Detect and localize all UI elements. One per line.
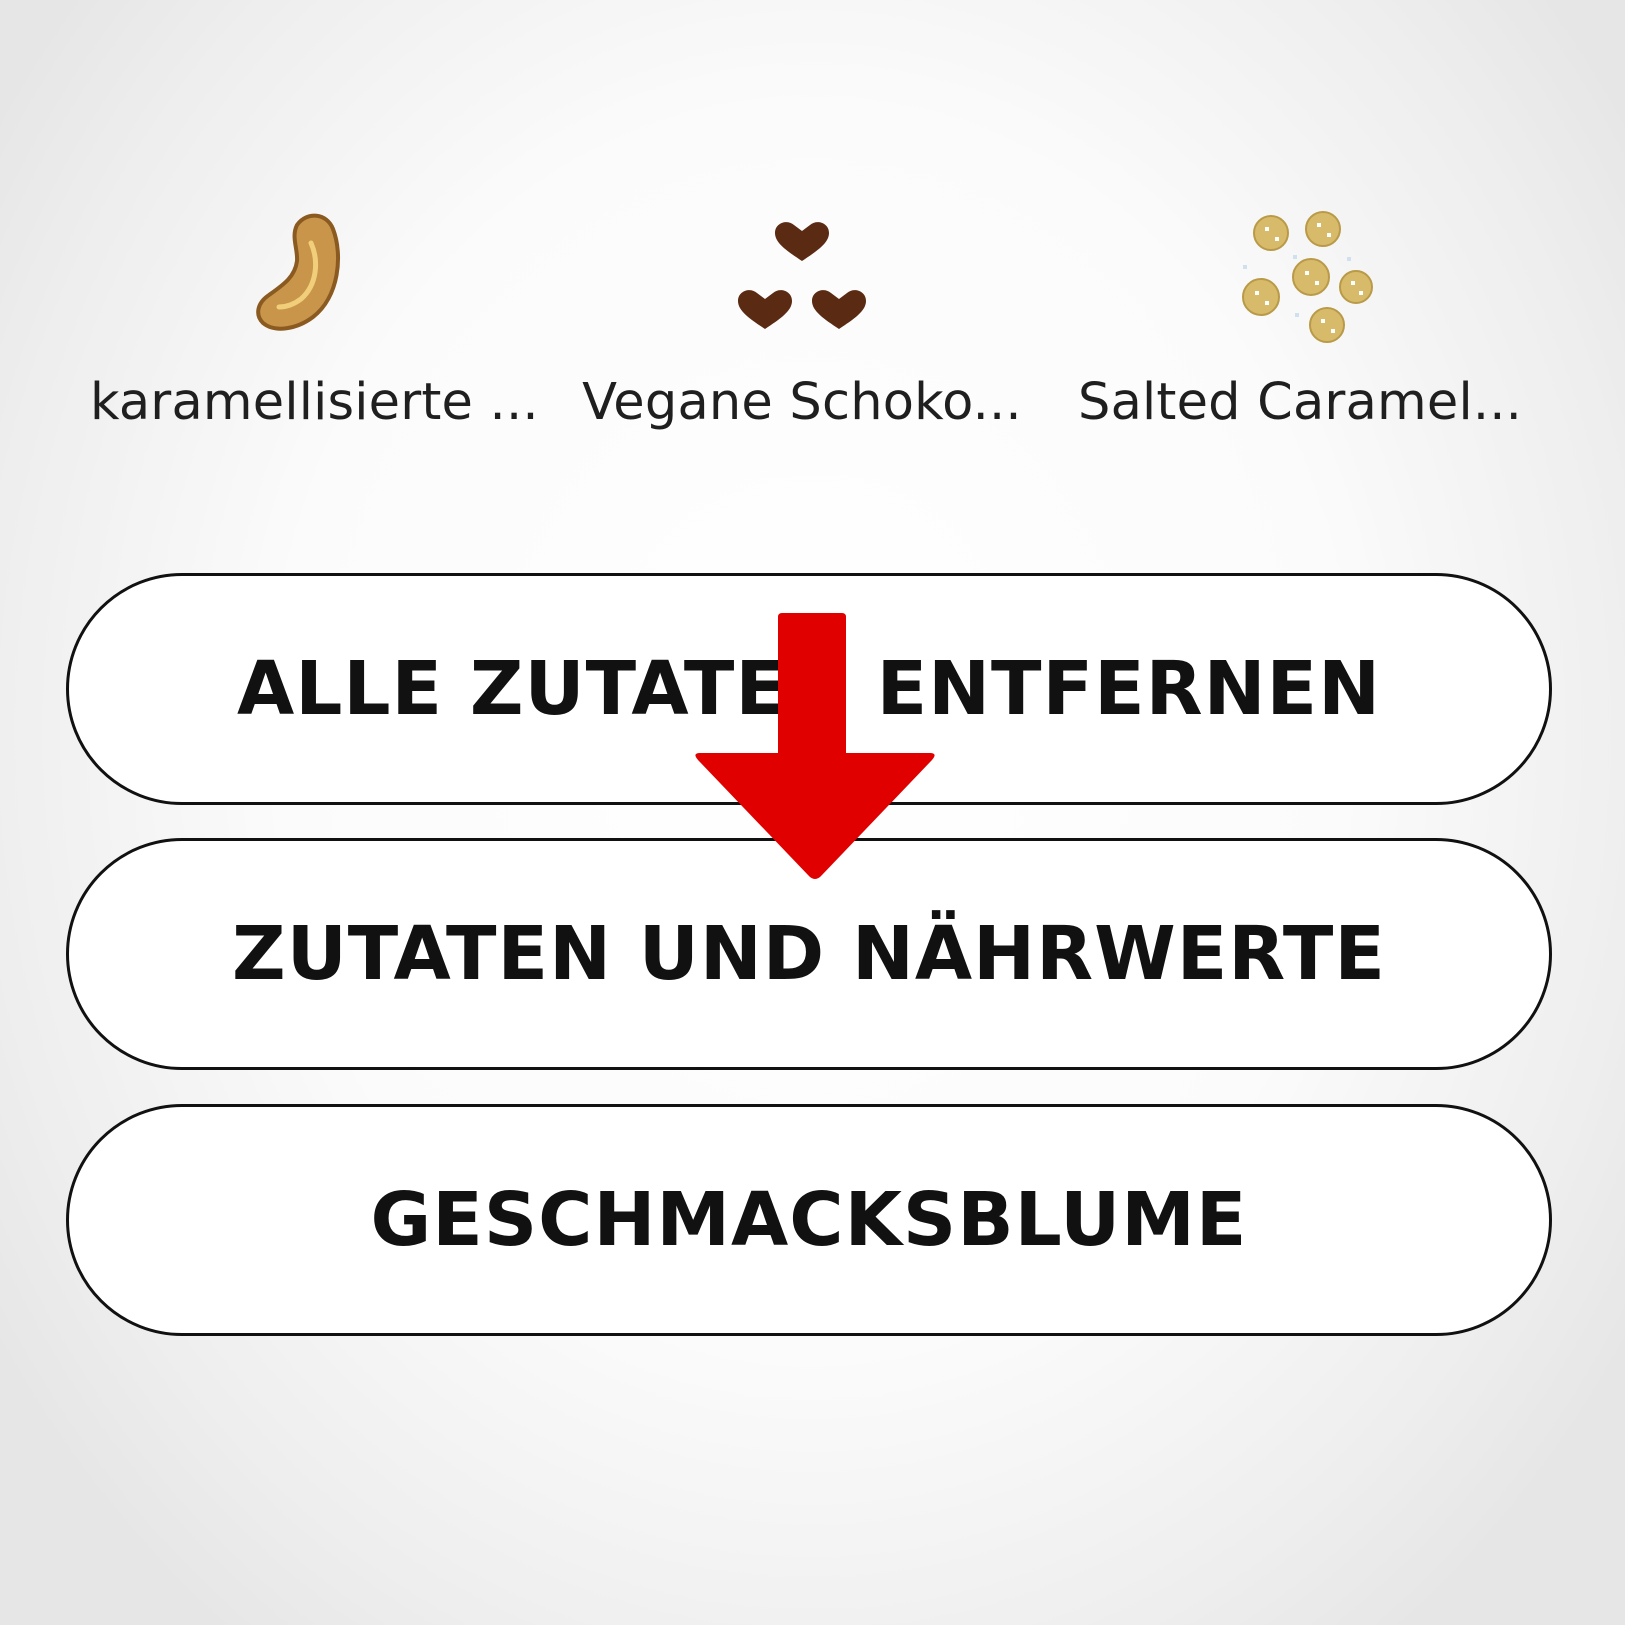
flavor-flower-button[interactable]: GESCHMACKSBLUME bbox=[66, 1104, 1552, 1336]
remove-all-ingredients-button[interactable]: ALLE ZUTATEN ENTFERNEN bbox=[66, 573, 1552, 805]
button-label: ALLE ZUTATEN ENTFERNEN bbox=[236, 646, 1382, 732]
ingredient-item-salted-caramel[interactable]: Salted Caramel... bbox=[1078, 200, 1523, 440]
ingredient-label: karamellisierte ... bbox=[90, 373, 539, 432]
cashew-icon bbox=[235, 205, 385, 345]
button-label: GESCHMACKSBLUME bbox=[370, 1177, 1248, 1263]
chocolate-hearts-icon bbox=[727, 205, 877, 345]
ingredient-item-chocolate[interactable]: Vegane Schoko... bbox=[582, 200, 1022, 440]
ingredient-item-cashew[interactable]: karamellisierte ... bbox=[90, 200, 539, 440]
button-label: ZUTATEN UND NÄHRWERTE bbox=[232, 911, 1386, 997]
ingredients-nutrition-button[interactable]: ZUTATEN UND NÄHRWERTE bbox=[66, 838, 1552, 1070]
caramel-crumbles-icon bbox=[1223, 205, 1373, 345]
ingredient-list: karamellisierte ... Vegane Schoko... Sal… bbox=[0, 200, 1625, 440]
ingredient-label: Salted Caramel... bbox=[1078, 373, 1523, 432]
ingredient-label: Vegane Schoko... bbox=[582, 373, 1022, 432]
